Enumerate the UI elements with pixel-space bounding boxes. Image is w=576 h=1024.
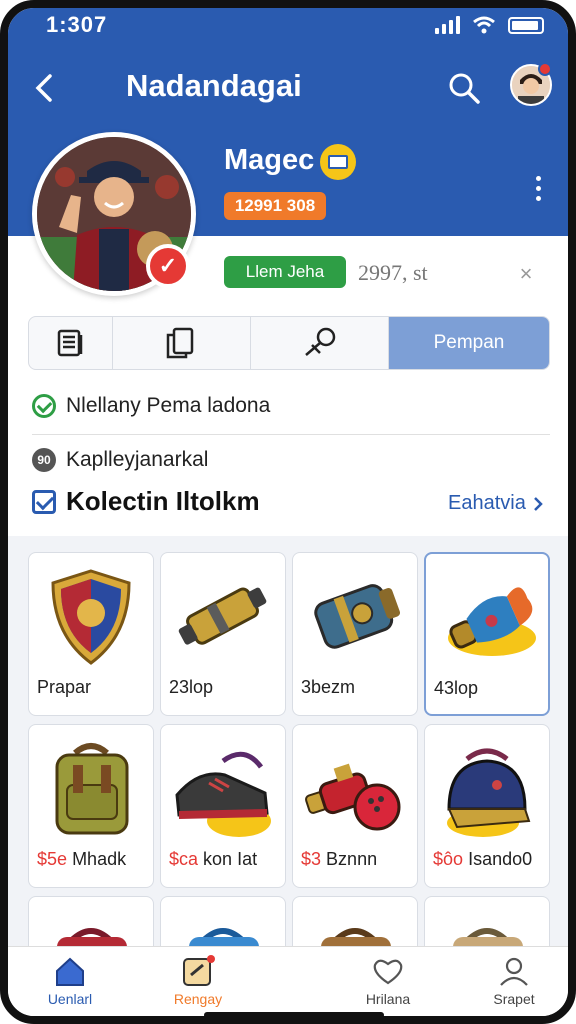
collection-item[interactable]: 3bezm bbox=[292, 552, 418, 716]
see-all-link[interactable]: Eahatvia bbox=[448, 492, 544, 515]
home-indicator bbox=[204, 1012, 384, 1016]
checkbox-icon bbox=[32, 489, 56, 514]
item-label: 3bezm bbox=[301, 677, 356, 697]
photo-badge-icon: ✓ bbox=[146, 244, 190, 288]
backpack-icon bbox=[55, 743, 129, 835]
item-label: 23lop bbox=[169, 677, 214, 697]
document-icon bbox=[57, 329, 82, 357]
section-title: Kolectin Iltolkm bbox=[32, 486, 260, 517]
chevron-right-icon bbox=[533, 496, 543, 511]
info-text-2: Kaplleyjanarkal bbox=[66, 448, 209, 471]
check-circle-icon bbox=[32, 394, 56, 418]
copy-icon bbox=[166, 327, 193, 359]
info-line-group: 90 Kaplleyjanarkal bbox=[32, 442, 552, 478]
item-name: Isando0 bbox=[468, 849, 533, 869]
collection-item[interactable]: Prapar bbox=[28, 552, 154, 716]
pin-icon bbox=[304, 327, 335, 356]
tab-copy[interactable] bbox=[113, 317, 251, 369]
nav-notes[interactable]: Rengay bbox=[148, 955, 248, 1015]
pencil-note-icon bbox=[183, 955, 215, 986]
status-time: 1:307 bbox=[46, 12, 108, 37]
section-title-text: Kolectin Iltolkm bbox=[66, 486, 260, 516]
close-icon[interactable]: × bbox=[514, 262, 538, 286]
item-name: Bznnn bbox=[326, 849, 378, 869]
tab-primary[interactable]: Pempan bbox=[389, 317, 549, 369]
feather-horn-icon bbox=[448, 587, 536, 656]
nav-profile[interactable]: Srapet bbox=[464, 955, 564, 1015]
notification-dot bbox=[538, 62, 552, 76]
id-badge: 12991 308 bbox=[224, 192, 326, 220]
battery-icon bbox=[508, 16, 544, 34]
phone-frame: 1:307 Nadandagai ✓ Magec 12991 308 Llem … bbox=[0, 0, 576, 1024]
collection-item[interactable]: $5e Mhadk bbox=[28, 724, 154, 888]
home-icon bbox=[56, 957, 84, 986]
item-price: $3 bbox=[301, 849, 322, 869]
person-icon bbox=[500, 957, 528, 986]
nav-bar: Nadandagai bbox=[8, 60, 568, 116]
tab-pin[interactable] bbox=[251, 317, 389, 369]
shield-crest-icon bbox=[51, 569, 131, 665]
item-price: $ca bbox=[169, 849, 199, 869]
nav-home[interactable]: Uenlarl bbox=[20, 955, 120, 1015]
bowling-cannon-icon bbox=[305, 763, 401, 831]
item-label: 43lop bbox=[434, 678, 479, 698]
collection-item[interactable]: $ôo Isando0 bbox=[424, 724, 550, 888]
info-line-verified: Nlellany Pema ladona bbox=[32, 388, 552, 424]
page-title: Nadandagai bbox=[126, 68, 302, 103]
sneaker-icon bbox=[175, 751, 271, 837]
item-price: $5e bbox=[37, 849, 68, 869]
item-label: $5e Mhadk bbox=[37, 849, 126, 870]
nav-profile-label: Srapet bbox=[493, 991, 535, 1007]
collection-item[interactable]: $3 Bznnn bbox=[292, 724, 418, 888]
nav-home-label: Uenlarl bbox=[47, 991, 93, 1007]
status-bar: 1:307 bbox=[8, 8, 568, 48]
item-label: $3 Bznnn bbox=[301, 849, 377, 870]
nav-favorites[interactable]: Hrilana bbox=[338, 955, 438, 1015]
scroll-tube-icon bbox=[178, 587, 267, 645]
group-icon: 90 bbox=[32, 448, 56, 472]
heart-icon bbox=[373, 959, 403, 985]
chevron-left-icon bbox=[35, 74, 52, 102]
collection-item[interactable]: $ca kon Iat bbox=[160, 724, 286, 888]
status-icons bbox=[435, 16, 544, 34]
signal-icon bbox=[435, 16, 460, 34]
search-icon bbox=[449, 73, 480, 104]
nav-favorites-label: Hrilana bbox=[365, 991, 411, 1007]
user-name: Magec bbox=[224, 144, 315, 176]
nav-notes-label: Rengay bbox=[173, 991, 223, 1007]
collection-item[interactable]: 43lop bbox=[424, 552, 550, 716]
helmet-icon bbox=[447, 748, 531, 837]
see-all-label: Eahatvia bbox=[448, 492, 526, 514]
followers-count: 2997, st bbox=[358, 260, 428, 285]
lantern-drum-icon bbox=[314, 584, 401, 649]
item-label: Prapar bbox=[37, 677, 92, 697]
info-text-1: Nlellany Pema ladona bbox=[66, 394, 271, 417]
item-label: $ôo Isando0 bbox=[433, 849, 532, 870]
collection-item[interactable]: 23lop bbox=[160, 552, 286, 716]
wifi-icon bbox=[473, 16, 495, 34]
item-name: Mhadk bbox=[72, 849, 127, 869]
tab-bar: Pempan bbox=[28, 316, 550, 370]
item-price: $ôo bbox=[433, 849, 464, 869]
id-card-icon bbox=[320, 144, 356, 180]
divider bbox=[32, 434, 550, 435]
more-options-button[interactable] bbox=[528, 168, 548, 208]
status-pill[interactable]: Llem Jeha bbox=[224, 256, 346, 288]
item-label: $ca kon Iat bbox=[169, 849, 257, 870]
tab-documents[interactable] bbox=[29, 317, 113, 369]
item-name: kon Iat bbox=[203, 849, 258, 869]
search-button[interactable] bbox=[444, 68, 484, 108]
back-button[interactable] bbox=[24, 68, 64, 108]
